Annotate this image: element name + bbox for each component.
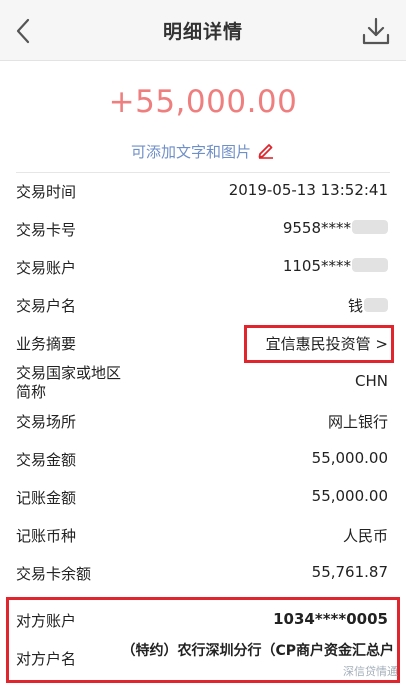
row-label: 交易卡号 xyxy=(16,221,77,239)
download-button[interactable] xyxy=(360,15,392,47)
row-book-amount: 记账金额 55,000.00 xyxy=(16,483,388,513)
add-note-button[interactable]: 可添加文字和图片 xyxy=(0,141,406,163)
masked-blur xyxy=(364,298,388,312)
row-label: 交易户名 xyxy=(16,297,77,315)
row-label: 交易场所 xyxy=(16,413,77,431)
download-icon xyxy=(362,17,390,45)
transaction-amount: +55,000.00 xyxy=(108,84,298,120)
row-card-number: 交易卡号 9558**** xyxy=(16,215,388,245)
row-value-wrap: 9558**** xyxy=(283,219,388,237)
watermark: 深信贷情通 xyxy=(343,665,398,678)
row-trade-amount: 交易金额 55,000.00 xyxy=(16,445,388,475)
row-value: CHN xyxy=(355,372,388,390)
row-currency: 记账币种 人民币 xyxy=(16,521,388,551)
row-label: 交易时间 xyxy=(16,183,77,201)
row-balance: 交易卡余额 55,761.87 xyxy=(16,559,388,589)
row-place: 交易场所 网上银行 xyxy=(16,407,388,437)
add-note-label: 可添加文字和图片 xyxy=(130,143,251,161)
row-account: 交易账户 1105**** xyxy=(16,253,388,283)
row-value: 55,000.00 xyxy=(311,487,388,505)
row-value: 网上银行 xyxy=(327,413,388,431)
row-transaction-time: 交易时间 2019-05-13 13:52:41 xyxy=(16,177,388,207)
top-bar: 明细详情 xyxy=(0,0,406,61)
row-label: 交易卡余额 xyxy=(16,565,92,583)
masked-blur xyxy=(352,220,388,234)
row-value-wrap: 1105**** xyxy=(283,257,388,275)
masked-blur xyxy=(352,258,388,272)
row-label: 业务摘要 xyxy=(16,335,77,353)
pencil-icon xyxy=(257,141,275,163)
row-value: 2019-05-13 13:52:41 xyxy=(228,181,388,199)
row-label: 记账币种 xyxy=(16,527,77,545)
highlight-box-counterparty xyxy=(6,597,400,683)
row-value: 9558**** xyxy=(282,219,351,237)
row-value: 55,761.87 xyxy=(311,563,388,581)
row-value-wrap: 钱 xyxy=(348,295,388,316)
page-title: 明细详情 xyxy=(162,21,243,43)
row-country: CHN xyxy=(16,368,388,398)
row-value: 1105**** xyxy=(282,257,351,275)
row-value: 55,000.00 xyxy=(311,449,388,467)
row-label: 交易账户 xyxy=(16,259,77,277)
row-label: 交易金额 xyxy=(16,451,77,469)
row-account-name: 交易户名 钱 xyxy=(16,291,388,321)
row-label: 记账金额 xyxy=(16,489,77,507)
highlight-box-summary xyxy=(244,325,394,363)
row-value: 钱 xyxy=(347,297,363,315)
row-value: 人民币 xyxy=(342,527,388,545)
divider xyxy=(16,172,390,173)
